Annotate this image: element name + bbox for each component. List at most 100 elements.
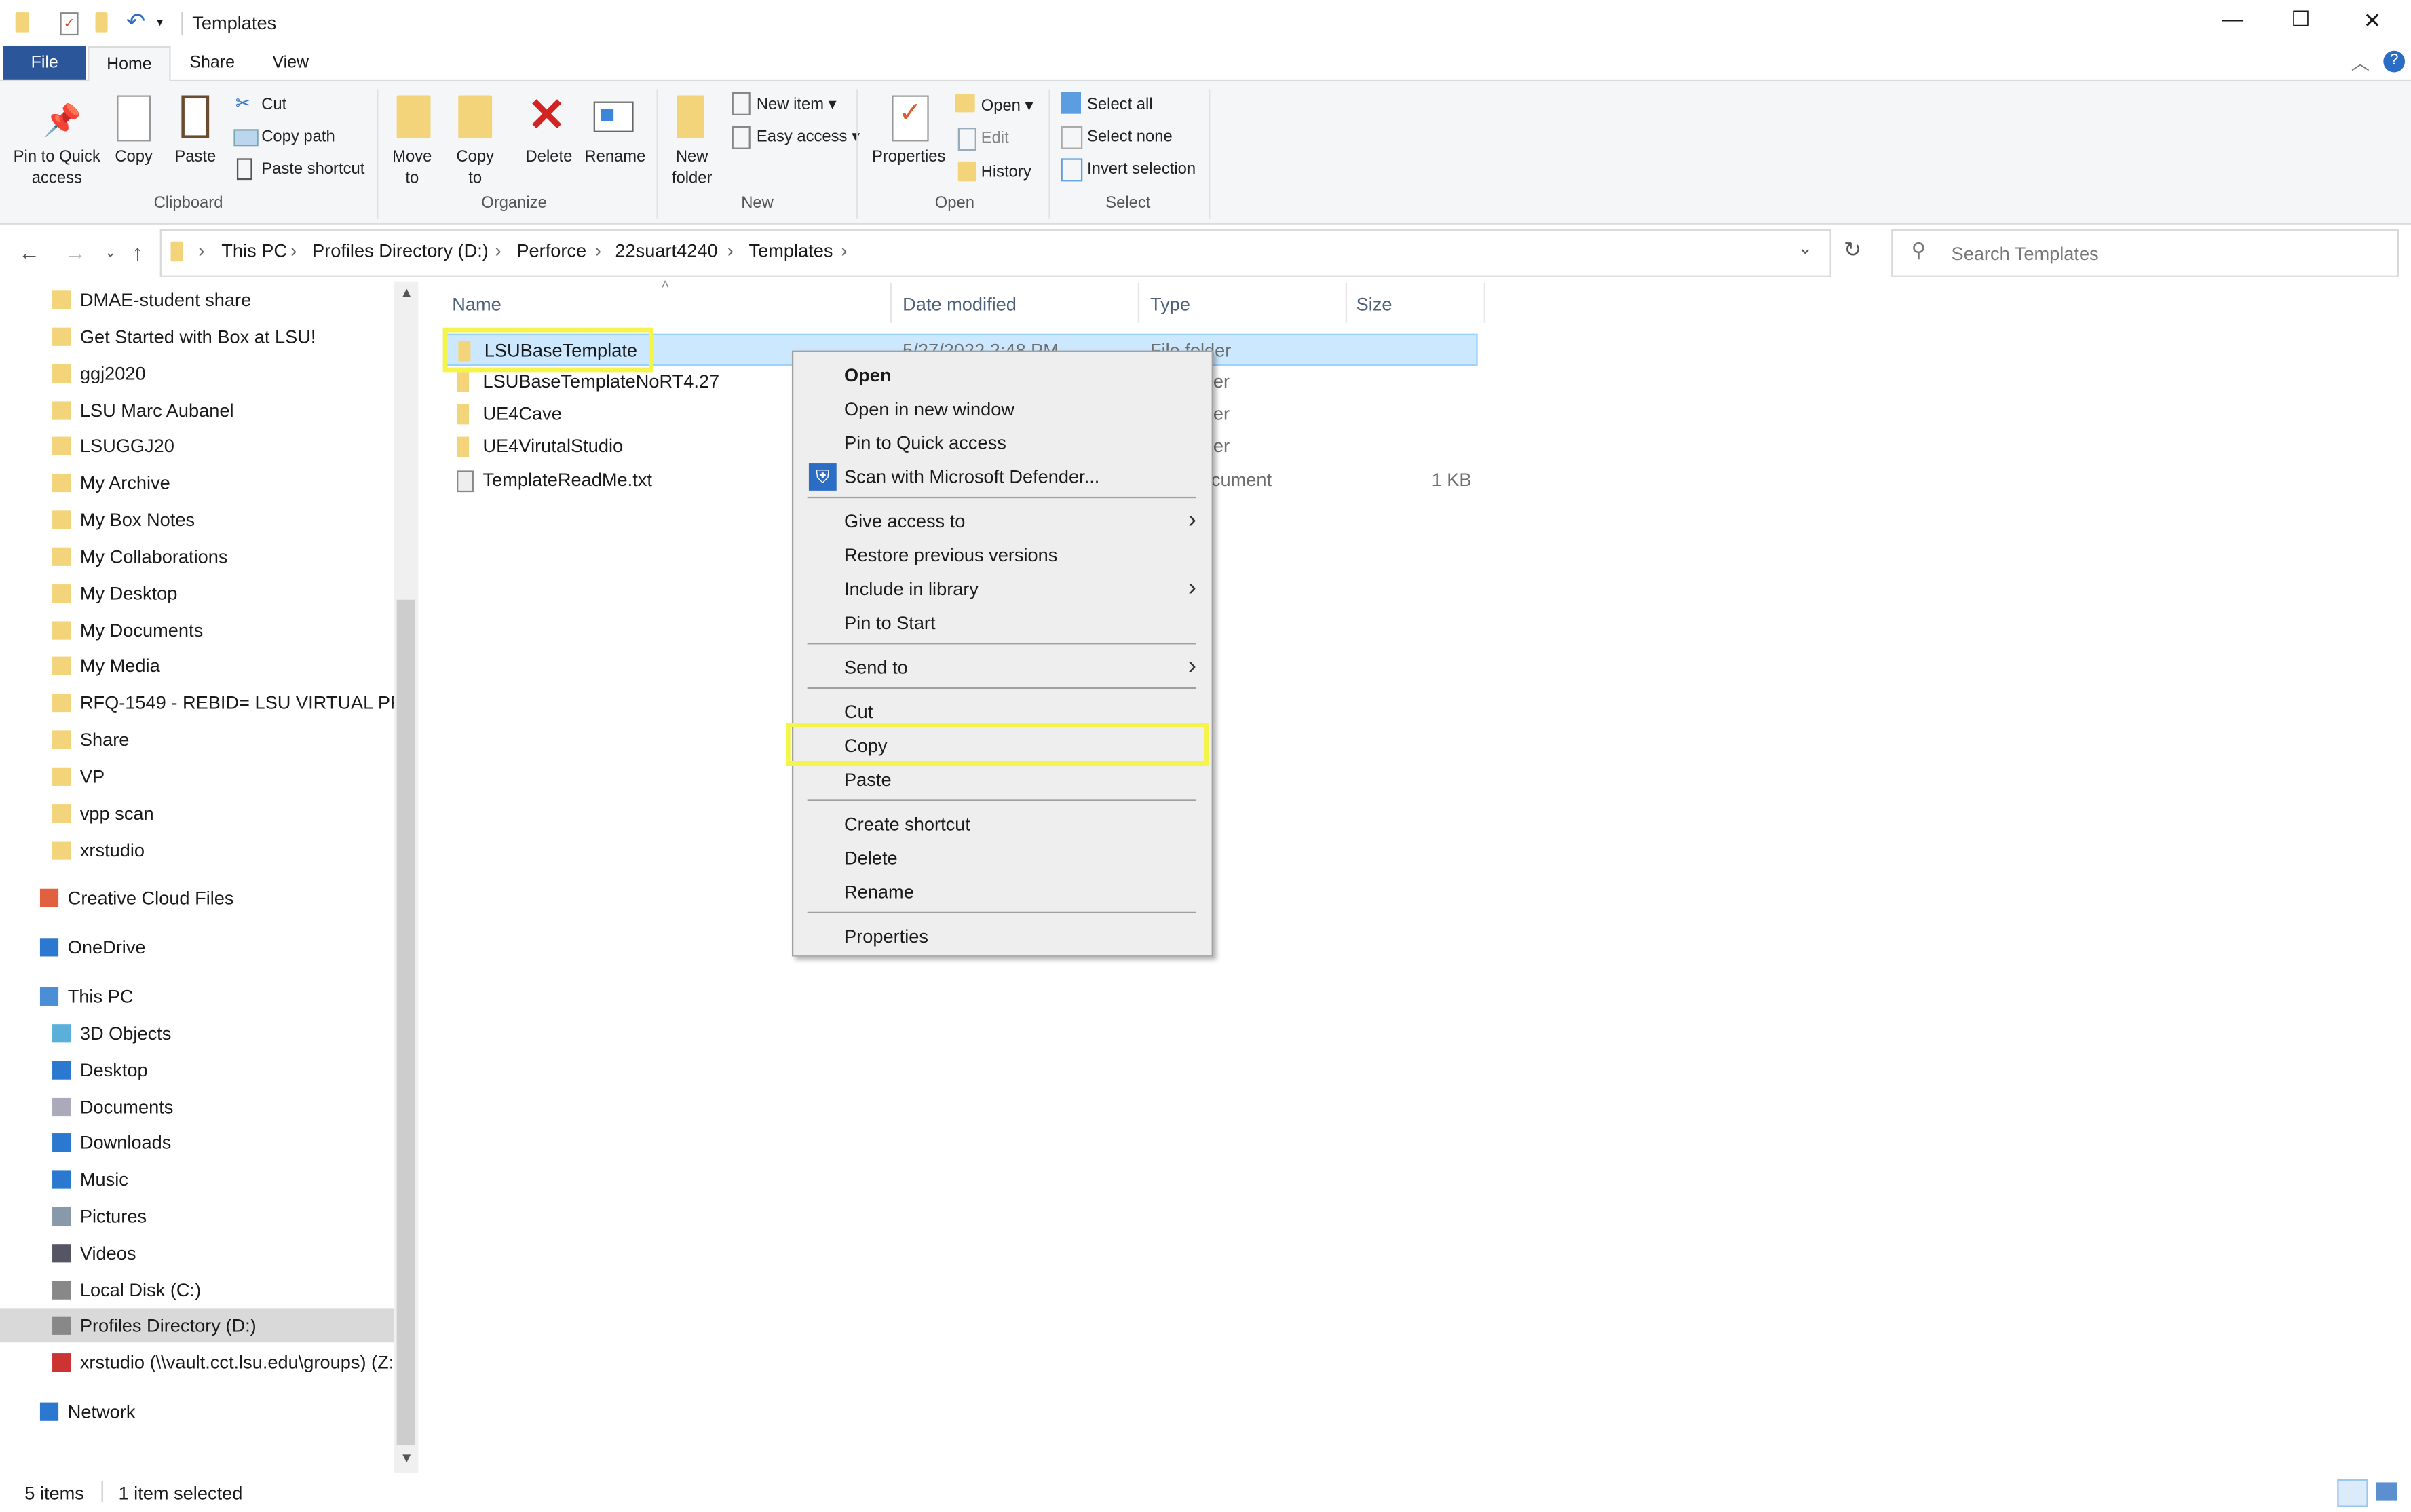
sidebar-item[interactable]: My Desktop (0, 577, 394, 611)
context-menu-item[interactable]: Pin to Quick access (793, 426, 1211, 460)
column-header-name[interactable]: Name (452, 294, 501, 316)
large-icons-view-button[interactable] (2375, 1482, 2397, 1501)
scrollbar-thumb[interactable] (396, 599, 415, 1446)
sidebar-item[interactable]: Pictures (0, 1199, 394, 1233)
sidebar-item[interactable]: OneDrive (0, 930, 394, 964)
easy-access-button[interactable]: Easy access ▾ (757, 126, 860, 148)
sidebar-item[interactable]: Videos (0, 1236, 394, 1270)
easy-access-label: Easy access (756, 128, 848, 147)
search-input[interactable]: ⚲ Search Templates (1891, 229, 2399, 277)
select-all-button[interactable]: Select all (1087, 94, 1153, 115)
sidebar-item[interactable]: Desktop (0, 1053, 394, 1087)
minimize-button[interactable]: — (2222, 6, 2243, 31)
column-header-type[interactable]: Type (1150, 294, 1190, 316)
new-item-button[interactable]: New item ▾ (757, 94, 837, 115)
up-button[interactable]: ↑ (132, 240, 143, 264)
delete-button[interactable]: Delete (520, 146, 578, 168)
breadcrumb-22suart4240[interactable]: 22suart4240 (615, 240, 717, 261)
sidebar-item[interactable]: Share (0, 723, 394, 757)
sidebar-item[interactable]: ggj2020 (0, 357, 394, 391)
breadcrumb-templates[interactable]: Templates (749, 240, 833, 261)
sidebar-item[interactable]: My Media (0, 649, 394, 683)
context-menu-item[interactable]: Include in library › (793, 572, 1211, 606)
sidebar-item[interactable]: My Archive (0, 466, 394, 500)
column-header-date-modified[interactable]: Date modified (903, 294, 1017, 316)
sidebar-item[interactable]: Creative Cloud Files (0, 881, 394, 915)
sidebar-item[interactable]: This PC (0, 979, 394, 1013)
column-header-size[interactable]: Size (1356, 294, 1392, 316)
breadcrumb-profiles-directory[interactable]: Profiles Directory (D:) (312, 240, 489, 261)
context-menu-item[interactable]: Create shortcut (793, 808, 1211, 842)
new-folder-button[interactable]: New folder (661, 146, 723, 189)
rename-button[interactable]: Rename (582, 146, 649, 168)
copy-button[interactable]: Copy (111, 146, 157, 168)
sidebar-item[interactable]: RFQ-1549 - REBID= LSU VIRTUAL PROI (0, 686, 394, 720)
sidebar-item[interactable]: Network (0, 1395, 394, 1429)
sidebar-item[interactable]: Get Started with Box at LSU! (0, 320, 394, 354)
forward-button[interactable]: → (64, 240, 86, 264)
breadcrumb-this-pc[interactable]: This PC (221, 240, 287, 261)
sidebar-item[interactable]: LSUGGJ20 (0, 429, 394, 463)
tab-share[interactable]: Share (175, 46, 249, 80)
context-menu-item[interactable]: Open in new window (793, 392, 1211, 426)
context-menu-item[interactable]: Delete (793, 842, 1211, 875)
sidebar-item[interactable]: Music (0, 1163, 394, 1196)
address-history-chevron-icon[interactable]: ⌄ (1798, 237, 1813, 259)
sidebar-item[interactable]: Profiles Directory (D:) (0, 1308, 394, 1343)
sidebar-item[interactable]: Downloads (0, 1126, 394, 1160)
sidebar-item[interactable]: Documents (0, 1091, 394, 1124)
paste-shortcut-button[interactable]: Paste shortcut (261, 158, 364, 180)
sidebar-item[interactable]: VP (0, 759, 394, 793)
sidebar-item[interactable]: My Box Notes (0, 503, 394, 537)
recent-locations-chevron-icon[interactable]: ⌄ (105, 244, 116, 261)
scroll-down-icon[interactable]: ▼ (400, 1450, 413, 1466)
context-menu-item[interactable]: Properties (793, 920, 1211, 953)
copy-to-button[interactable]: Copy to (449, 146, 501, 189)
customize-toolbar-chevron-icon[interactable]: ▾ (157, 16, 163, 29)
context-menu-item[interactable]: Send to › (793, 651, 1211, 685)
breadcrumb-perforce[interactable]: Perforce (516, 240, 586, 261)
maximize-button[interactable]: ☐ (2291, 6, 2310, 33)
move-to-button[interactable]: Move to (385, 146, 440, 189)
context-menu-item[interactable]: Pin to Start (793, 606, 1211, 640)
collapse-ribbon-icon[interactable]: ︿ (2351, 50, 2370, 76)
invert-selection-button[interactable]: Invert selection (1087, 158, 1196, 180)
context-menu-item[interactable]: Give access to › (793, 504, 1211, 538)
context-menu-item[interactable]: Rename (793, 875, 1211, 909)
history-button[interactable]: History (981, 162, 1031, 183)
sidebar-item[interactable]: vpp scan (0, 797, 394, 831)
sidebar-item[interactable]: My Documents (0, 613, 394, 647)
sidebar-item[interactable]: My Collaborations (0, 540, 394, 573)
help-icon[interactable]: ? (2383, 50, 2406, 73)
sidebar-item[interactable]: LSU Marc Aubanel (0, 394, 394, 428)
details-view-button[interactable] (2337, 1479, 2368, 1507)
sidebar-item[interactable]: 3D Objects (0, 1017, 394, 1051)
paste-button[interactable]: Paste (172, 146, 219, 168)
properties-button[interactable]: Properties (867, 146, 950, 168)
context-menu-item[interactable]: ⛨ Scan with Microsoft Defender... (793, 460, 1211, 494)
tab-home[interactable]: Home (88, 45, 171, 82)
context-menu-item[interactable]: Paste (793, 763, 1211, 797)
sidebar-item[interactable]: Local Disk (C:) (0, 1273, 394, 1307)
address-input[interactable]: › This PC › Profiles Directory (D:) › Pe… (159, 229, 1831, 277)
sidebar-item[interactable]: xrstudio (\\vault.cct.lsu.edu\groups) (Z… (0, 1346, 394, 1380)
tab-view[interactable]: View (255, 46, 326, 80)
properties-quick-icon[interactable]: ✓ (60, 12, 79, 36)
copy-path-button[interactable]: Copy path (261, 126, 335, 148)
sidebar-item[interactable]: DMAE-student share (0, 283, 394, 317)
sidebar-item[interactable]: xrstudio (0, 833, 394, 867)
select-none-button[interactable]: Select none (1087, 126, 1173, 148)
edit-button[interactable]: Edit (981, 128, 1009, 149)
context-menu-item[interactable]: Restore previous versions (793, 538, 1211, 572)
cut-button[interactable]: Cut (261, 94, 286, 115)
open-button[interactable]: Open ▾ (981, 95, 1033, 117)
refresh-button[interactable]: ↻ (1844, 237, 1862, 263)
new-folder-quick-icon[interactable] (95, 12, 108, 33)
back-button[interactable]: ← (18, 240, 40, 264)
undo-icon[interactable]: ↶ (126, 7, 146, 36)
tab-file[interactable]: File (3, 45, 86, 80)
close-button[interactable]: ✕ (2363, 7, 2382, 34)
pin-to-quick-access-button[interactable]: Pin to Quick access (6, 146, 108, 189)
scroll-up-icon[interactable]: ▲ (400, 284, 413, 300)
context-menu-item[interactable]: Open (793, 358, 1211, 392)
